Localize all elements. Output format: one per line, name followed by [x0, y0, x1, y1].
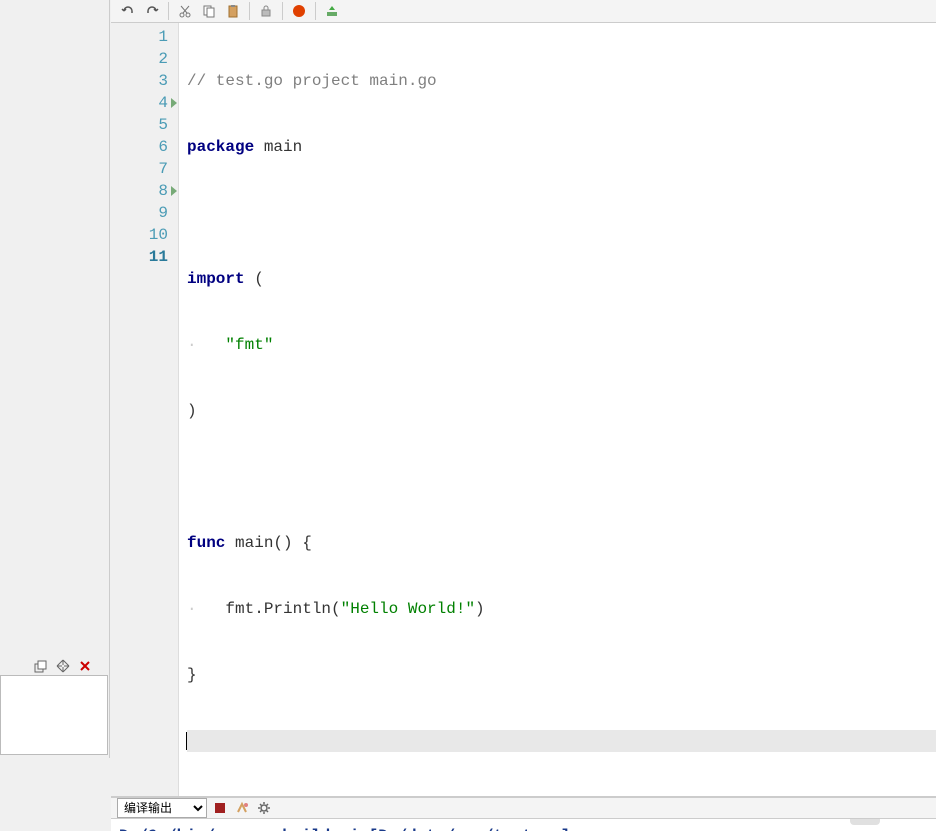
redo-icon[interactable]: [141, 0, 163, 22]
code-line: · "fmt": [187, 334, 936, 356]
line-number: 6: [111, 136, 168, 158]
undo-icon[interactable]: [117, 0, 139, 22]
line-number: 11: [111, 246, 168, 268]
layers-icon[interactable]: [32, 657, 50, 675]
line-number: 2: [111, 48, 168, 70]
line-number: 4: [111, 92, 168, 114]
output-select[interactable]: 编译输出: [117, 798, 207, 818]
editor-toolbar: [111, 0, 936, 23]
watermark: http://blog.csdn.net/ CX 创新互联: [722, 819, 930, 825]
paste-icon[interactable]: [222, 0, 244, 22]
code-line: func main() {: [187, 532, 936, 554]
code-line: }: [187, 664, 936, 686]
stop-output-icon[interactable]: [211, 799, 229, 817]
code-line: import (: [187, 268, 936, 290]
code-line: // test.go project main.go: [187, 70, 936, 92]
line-number: 1: [111, 26, 168, 48]
copy-icon[interactable]: [198, 0, 220, 22]
watermark-logo-icon: CX: [850, 819, 880, 825]
code-editor[interactable]: 1 2 3 4 5 6 7 8 9 10 11 // test.go proje…: [111, 23, 936, 797]
watermark-brand: 创新互联: [886, 819, 930, 821]
lock-icon[interactable]: [255, 0, 277, 22]
code-line: · fmt.Println("Hello World!"): [187, 598, 936, 620]
code-line: package main: [187, 136, 936, 158]
close-icon[interactable]: [76, 657, 94, 675]
line-number: 10: [111, 224, 168, 246]
build-icon[interactable]: [321, 0, 343, 22]
output-console[interactable]: D:/Go/bin/go.exe build -i [D:/data/src/t…: [111, 819, 936, 831]
line-number: 8: [111, 180, 168, 202]
watermark-url: http://blog.csdn.net/: [722, 819, 844, 821]
line-number: 3: [111, 70, 168, 92]
code-line: [187, 730, 936, 752]
code-line: [187, 466, 936, 488]
output-line: D:/Go/bin/go.exe build -i [D:/data/src/t…: [119, 825, 928, 831]
cut-icon[interactable]: [174, 0, 196, 22]
line-number: 9: [111, 202, 168, 224]
output-toolbar: 编译输出: [111, 797, 936, 819]
code-content[interactable]: // test.go project main.go package main …: [179, 23, 936, 796]
main-area: 1 2 3 4 5 6 7 8 9 10 11 // test.go proje…: [111, 0, 936, 758]
left-panel-content: [0, 675, 108, 755]
fold-icon[interactable]: [171, 186, 177, 196]
line-number: 5: [111, 114, 168, 136]
gear-icon[interactable]: [255, 799, 273, 817]
fold-icon[interactable]: [171, 98, 177, 108]
left-toolbar: [32, 655, 94, 677]
stop-icon[interactable]: [288, 0, 310, 22]
arrows-icon[interactable]: [54, 657, 72, 675]
cursor: [186, 732, 187, 750]
code-line: ): [187, 400, 936, 422]
left-panel: [0, 0, 110, 758]
gutter: 1 2 3 4 5 6 7 8 9 10 11: [111, 23, 179, 796]
clear-icon[interactable]: [233, 799, 251, 817]
line-number: 7: [111, 158, 168, 180]
code-line: [187, 202, 936, 224]
